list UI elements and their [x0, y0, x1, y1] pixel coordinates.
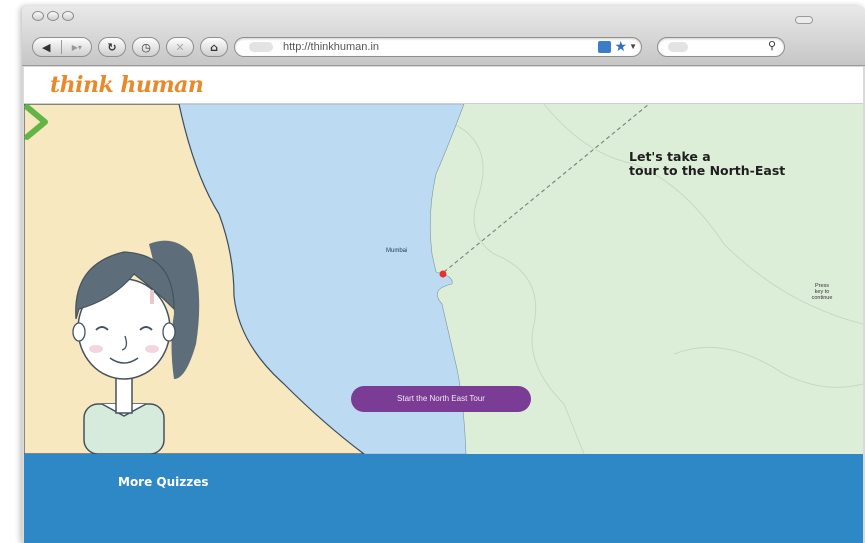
- tour-heading: Let's take a tour to the North-East: [629, 149, 786, 178]
- blush: [89, 345, 103, 353]
- url-text[interactable]: http://thinkhuman.in: [283, 41, 379, 53]
- home-button[interactable]: ⌂: [200, 37, 228, 57]
- minimize-window-icon[interactable]: [47, 11, 59, 21]
- divider: [60, 40, 62, 54]
- history-button[interactable]: ◷: [132, 37, 160, 57]
- stop-icon: ✕: [175, 40, 185, 54]
- start-tour-button[interactable]: Start the North East Tour: [351, 386, 531, 412]
- ear: [162, 322, 176, 342]
- site-identity-icon[interactable]: [249, 42, 273, 52]
- back-icon[interactable]: ◀: [42, 41, 50, 54]
- next-arrow-icon[interactable]: [24, 104, 50, 140]
- back-forward-buttons[interactable]: ◀ ▶▾: [32, 37, 92, 57]
- press-key-hint: Press key to continue: [811, 283, 833, 301]
- search-icon[interactable]: ⚲: [768, 39, 776, 52]
- quizzes-footer: More Quizzes: [24, 454, 863, 543]
- close-window-icon[interactable]: [32, 11, 44, 21]
- web-page: think human Mumbai Let's take a tour to …: [24, 67, 863, 543]
- search-input[interactable]: ⚲: [657, 37, 785, 57]
- more-quizzes-link[interactable]: More Quizzes: [118, 475, 209, 489]
- zoom-window-icon[interactable]: [62, 11, 74, 21]
- forward-icon[interactable]: ▶▾: [72, 43, 82, 52]
- tour-scene: Mumbai Let's take a tour to the North-Ea…: [24, 104, 863, 454]
- mumbai-label: Mumbai: [386, 248, 408, 254]
- chevron-down-icon[interactable]: ▼: [629, 38, 637, 56]
- site-logo[interactable]: think human: [50, 72, 204, 98]
- reload-icon: ↻: [107, 40, 117, 54]
- blush: [145, 345, 159, 353]
- history-icon: ◷: [141, 40, 151, 54]
- reload-button[interactable]: ↻: [98, 37, 126, 57]
- search-engine-icon[interactable]: [668, 42, 688, 52]
- address-bar[interactable]: http://thinkhuman.in ★ ▼: [234, 37, 642, 57]
- toolbar-toggle-icon[interactable]: [795, 16, 813, 24]
- site-header: think human: [24, 67, 863, 104]
- browser-window: ◀ ▶▾ ↻ ◷ ✕ ⌂ http://thinkhuman.in ★ ▼ ⚲: [22, 6, 865, 543]
- bookmark-star-icon[interactable]: ★: [614, 37, 627, 55]
- home-icon: ⌂: [210, 40, 218, 54]
- ear: [72, 322, 86, 342]
- browser-toolbar: ◀ ▶▾ ↻ ◷ ✕ ⌂ http://thinkhuman.in ★ ▼ ⚲: [22, 6, 865, 66]
- mumbai-marker[interactable]: [439, 270, 447, 278]
- feed-icon[interactable]: [598, 41, 611, 53]
- hair-clip: [150, 290, 154, 304]
- stop-button[interactable]: ✕: [166, 37, 194, 57]
